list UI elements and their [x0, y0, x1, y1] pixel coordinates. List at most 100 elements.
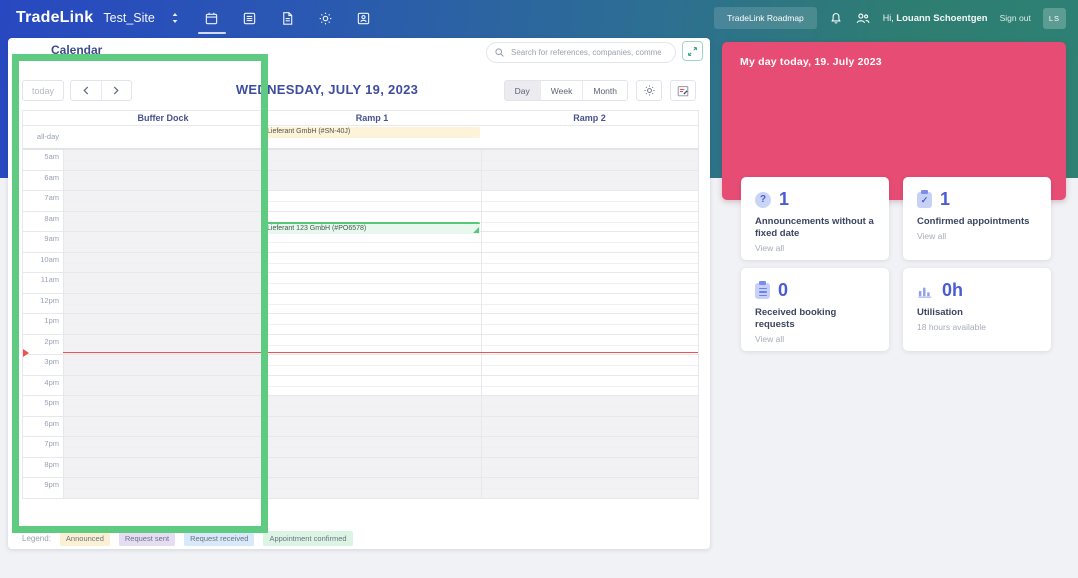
hour-row-9am[interactable]: 9am — [23, 232, 698, 253]
half-hour-line — [63, 201, 698, 202]
view-week-button[interactable]: Week — [539, 81, 583, 100]
column-header-ramp-1: Ramp 1 — [355, 113, 389, 123]
site-name[interactable]: Test_Site — [103, 11, 154, 25]
gear-icon — [643, 85, 655, 96]
hour-row-11am[interactable]: 11am — [23, 273, 698, 294]
column-header-ramp-2: Ramp 2 — [573, 113, 606, 123]
half-hour-line — [63, 426, 698, 428]
next-day-button[interactable] — [102, 81, 132, 100]
current-date-title: WEDNESDAY, JULY 19, 2023 — [235, 82, 419, 97]
event-announced[interactable]: Lieferant GmbH (#SN-40J) — [264, 127, 480, 138]
current-time-line — [63, 352, 698, 353]
hour-row-6pm[interactable]: 6pm — [23, 417, 698, 437]
nav-document-icon[interactable] — [279, 6, 297, 30]
hour-row-1pm[interactable]: 1pm — [23, 314, 698, 335]
legend-chip-request-sent: Request sent — [118, 531, 176, 546]
hour-row-5am[interactable]: 5am — [23, 150, 698, 171]
hour-row-4pm[interactable]: 4pm — [23, 376, 698, 396]
nav-contacts-icon[interactable] — [355, 6, 373, 30]
brand-logo[interactable]: TradeLink — [16, 9, 93, 27]
view-tools: Day Week Month — [503, 80, 696, 101]
user-name[interactable]: Louann Schoentgen — [896, 13, 987, 24]
stat-card-announcements-without-a-fixed-[interactable]: ? 1 Announcements without a fixed date View… — [741, 177, 889, 260]
clipboard-list-icon — [755, 280, 770, 299]
chevron-left-icon — [83, 86, 88, 95]
hour-label: 5am — [44, 152, 59, 161]
hour-label: 2pm — [44, 336, 59, 346]
question-circle-icon: ? — [755, 191, 771, 208]
stat-sublabel[interactable]: View all — [917, 231, 1037, 241]
stat-sublabel[interactable]: 18 hours available — [917, 322, 1037, 332]
view-switcher: Day Week Month — [503, 80, 628, 101]
users-icon[interactable] — [855, 11, 871, 26]
legend-label: Legend: — [22, 534, 51, 543]
calendar-toolbar: today WEDNESDAY, JULY 19, 2023 Day Week Mo… — [22, 80, 696, 101]
hour-row-3pm[interactable]: 3pm — [23, 355, 698, 376]
stat-sublabel[interactable]: View all — [755, 334, 875, 344]
stat-card-utilisation[interactable]: 0h Utilisation 18 hours available — [903, 268, 1051, 351]
nav-table-icon[interactable] — [241, 6, 259, 30]
roadmap-button[interactable]: TradeLink Roadmap — [714, 7, 817, 29]
hour-row-5pm[interactable]: 5pm — [23, 396, 698, 417]
hour-label: 7pm — [44, 439, 59, 448]
hour-label: 12pm — [40, 295, 59, 305]
half-hour-line — [63, 447, 698, 448]
navbar-right: TradeLink Roadmap Hi, Louann Schoentgen … — [714, 7, 1066, 29]
half-hour-line — [63, 488, 698, 489]
hour-label: 3pm — [44, 357, 59, 366]
sign-out-link[interactable]: Sign out — [1000, 13, 1031, 23]
notifications-bell-icon[interactable] — [829, 11, 843, 26]
calendar-settings-button[interactable] — [636, 80, 662, 101]
view-month-button[interactable]: Month — [582, 81, 627, 100]
nav-icon-bar — [197, 6, 373, 34]
search-input[interactable] — [509, 47, 663, 58]
search-icon — [495, 48, 504, 57]
today-button[interactable]: today — [22, 80, 65, 101]
event-resize-handle[interactable] — [473, 226, 479, 233]
stat-card-received-booking-requests[interactable]: 0 Received booking requests View all — [741, 268, 889, 351]
hour-row-6am[interactable]: 6am — [23, 171, 698, 191]
hour-row-7am[interactable]: 7am — [23, 191, 698, 212]
stat-value: 1 — [940, 189, 951, 209]
stat-value: 0h — [942, 280, 964, 300]
all-day-label: all-day — [36, 132, 59, 141]
date-nav-group — [70, 80, 132, 101]
stat-card-confirmed-appointments[interactable]: ✓ 1 Confirmed appointments View all — [903, 177, 1051, 260]
site-switcher-icon[interactable] — [169, 11, 181, 25]
half-hour-line — [63, 344, 698, 346]
legend-chip-appointment-confirmed: Appointment confirmed — [263, 531, 353, 546]
all-day-row[interactable]: all-day Lieferant GmbH (#SN-40J) — [23, 126, 698, 150]
time-grid-body[interactable]: 5am 6am 7am 8am 9am 10am 11am 12pm 1pm 2pm 3pm 4pm 5… — [23, 150, 698, 498]
hour-label: 7am — [44, 193, 59, 202]
legend-bar: Legend: Announced Request sent Request rec… — [22, 531, 353, 546]
calendar-panel: Calendar today WEDNESDAY, JULY 19, 2 — [8, 38, 710, 549]
expand-icon — [688, 46, 697, 56]
view-day-button[interactable]: Day — [504, 81, 540, 100]
hour-row-7pm[interactable]: 7pm — [23, 437, 698, 458]
hour-row-9pm[interactable]: 9pm — [23, 478, 698, 498]
expand-calendar-button[interactable] — [682, 41, 703, 61]
nav-calendar-icon[interactable] — [197, 6, 226, 34]
clipboard-check-icon: ✓ — [917, 189, 932, 208]
scheduling-assistant-button[interactable] — [670, 80, 696, 101]
avatar[interactable]: LS — [1042, 7, 1066, 29]
hour-label: 6am — [44, 172, 59, 182]
column-header-buffer-dock: Buffer Dock — [137, 113, 189, 123]
nav-settings-icon[interactable] — [317, 6, 335, 30]
stat-value: 0 — [778, 280, 789, 300]
event-appointment-confirmed[interactable]: Lieferant 123 GmbH (#PO6578) — [264, 221, 480, 234]
hour-row-10am[interactable]: 10am — [23, 253, 698, 273]
top-navbar: TradeLink Test_Site TradeLink Roadmap Hi… — [0, 0, 1078, 36]
my-day-title: My day today, 19. July 2023 — [740, 56, 882, 68]
legend-chips: Announced Request sent Request received App… — [51, 531, 353, 546]
hour-label: 10am — [40, 254, 59, 264]
stat-sublabel[interactable]: View all — [755, 243, 875, 253]
half-hour-line — [63, 365, 698, 366]
chevron-right-icon — [114, 86, 119, 95]
prev-day-button[interactable] — [71, 81, 102, 100]
hour-row-8pm[interactable]: 8pm — [23, 458, 698, 478]
hour-row-12pm[interactable]: 12pm — [23, 294, 698, 314]
user-greeting: Hi, Louann Schoentgen — [882, 12, 988, 24]
legend-chip-request-received: Request received — [184, 531, 255, 546]
legend-chip-announced: Announced — [59, 531, 110, 546]
